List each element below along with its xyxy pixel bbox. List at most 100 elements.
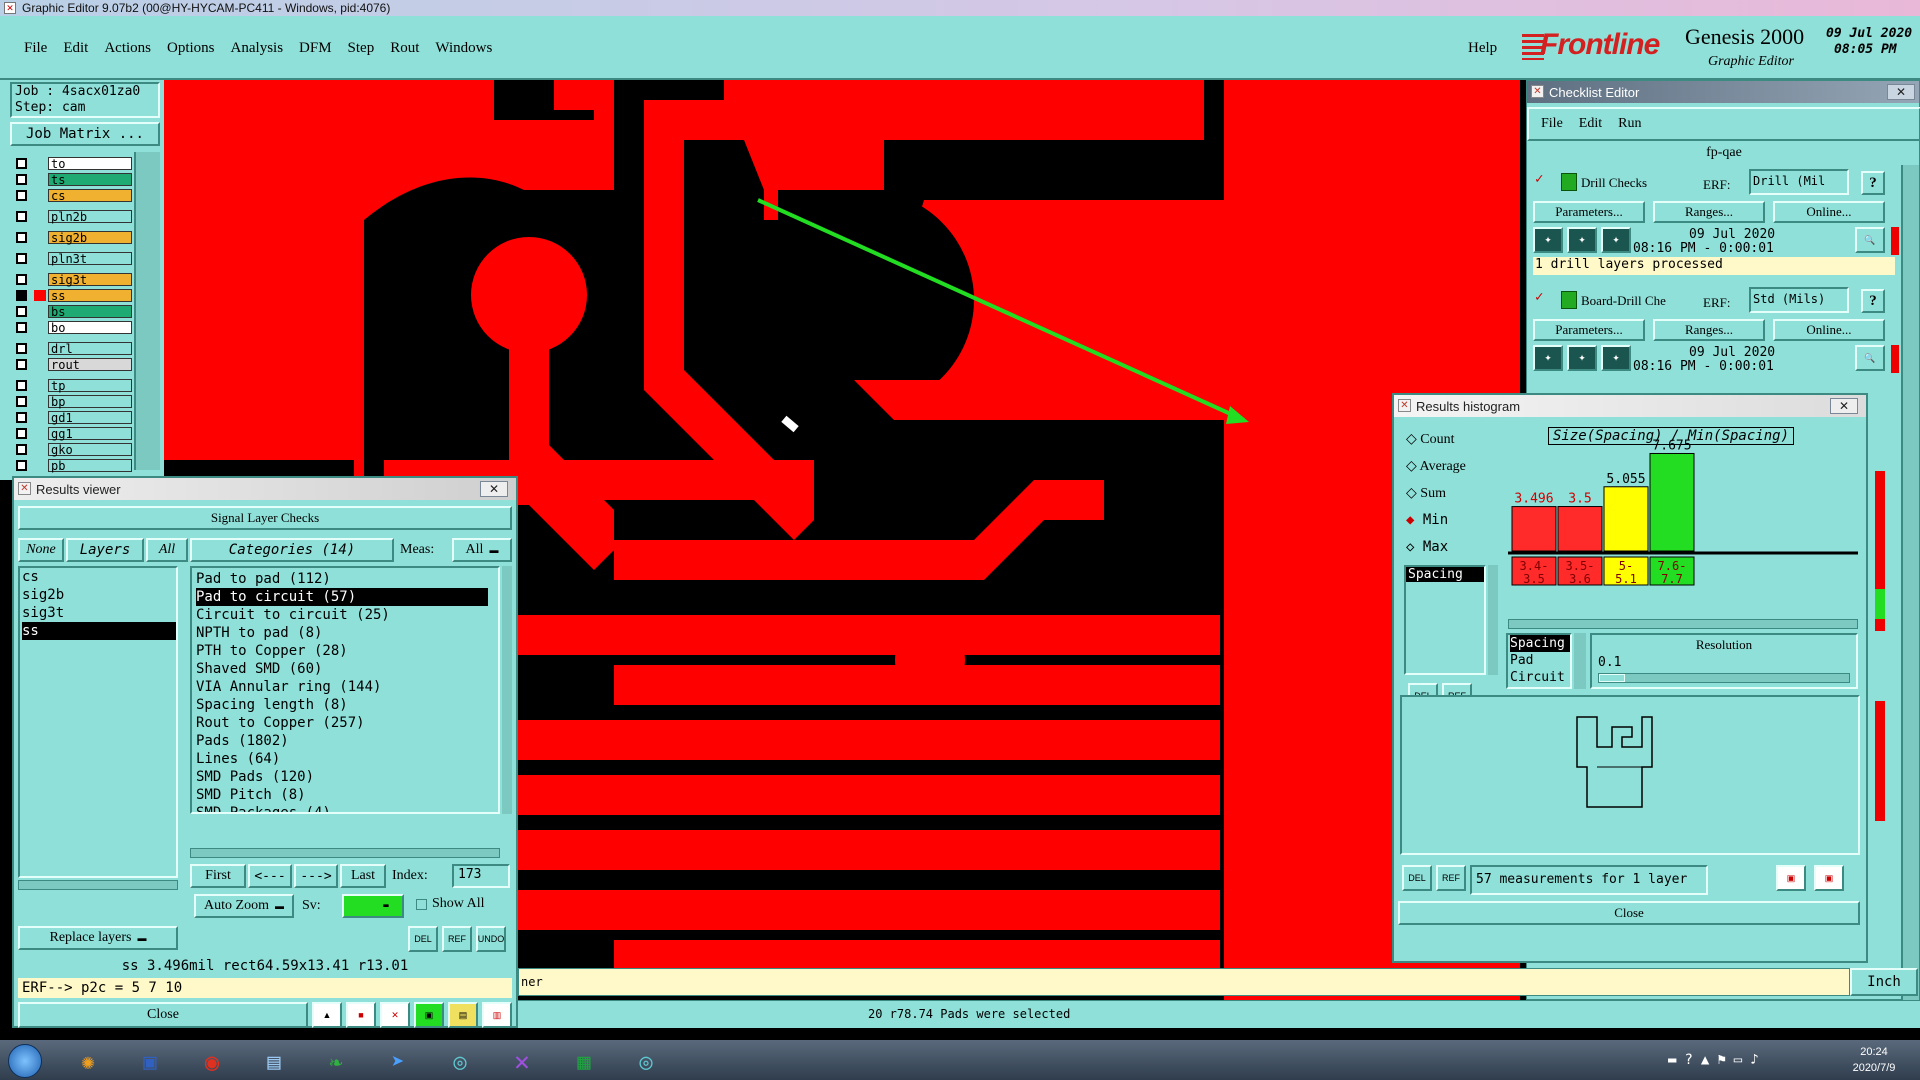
layers-button[interactable]: Layers — [66, 538, 144, 562]
menu-options[interactable]: Options — [167, 40, 215, 57]
layer-item[interactable]: bs — [48, 305, 132, 318]
mode-max[interactable]: ◇ Max — [1406, 539, 1448, 555]
zoom-results-icon[interactable]: 🔍 — [1855, 227, 1885, 253]
zoom-results-icon[interactable]: 🔍 — [1855, 345, 1885, 371]
sv-color-select[interactable]: ▬ — [342, 894, 404, 918]
measure-list[interactable]: Spacing Pad Circuit — [1506, 633, 1572, 689]
prev-button[interactable]: <--- — [248, 864, 292, 888]
result-layer-item[interactable]: sig3t — [22, 604, 176, 622]
menu-step[interactable]: Step — [348, 40, 375, 57]
layer-checkbox[interactable] — [16, 174, 27, 185]
layer-checkbox[interactable] — [16, 322, 27, 333]
category-list-hscroll[interactable] — [190, 848, 500, 858]
menu-edit[interactable]: Edit — [63, 40, 88, 57]
layer-item[interactable]: gg1 — [48, 427, 132, 440]
toolbar-icon-4[interactable]: ▣ — [414, 1002, 444, 1028]
resolution-slider[interactable] — [1598, 673, 1850, 683]
layer-item[interactable]: cs — [48, 189, 132, 202]
menu-file[interactable]: File — [24, 40, 47, 57]
taskbar-genesis-icon[interactable]: ◎ — [620, 1044, 672, 1080]
results-viewer-close-icon[interactable]: ✕ — [480, 481, 508, 497]
result-layer-item-selected[interactable]: ss — [22, 622, 176, 640]
category-item[interactable]: PTH to Copper (28) — [196, 642, 498, 660]
run-action-icon[interactable]: ✦ — [1533, 227, 1563, 253]
layer-checkbox[interactable] — [16, 343, 27, 354]
taskbar-excel-icon[interactable]: ▦ — [558, 1044, 610, 1080]
action-checkmark-icon[interactable]: ✓ — [1535, 289, 1543, 305]
taskbar-bird-icon[interactable]: ➤ — [372, 1044, 424, 1080]
measure-item[interactable]: Pad — [1510, 652, 1570, 669]
taskbar-notepad-icon[interactable]: ▤ — [248, 1044, 300, 1080]
action-erf-field[interactable]: Std (Mils) — [1749, 287, 1849, 313]
show-all-checkbox[interactable] — [416, 899, 427, 910]
toolbar-icon-3[interactable]: ✕ — [380, 1002, 410, 1028]
layer-item-active[interactable]: ss — [48, 289, 132, 302]
layer-checkbox-active[interactable] — [16, 290, 27, 301]
menu-rout[interactable]: Rout — [390, 40, 419, 57]
add-layer-icon[interactable]: ▣ — [1814, 865, 1844, 891]
layer-checkbox[interactable] — [16, 359, 27, 370]
refresh-icon[interactable]: REF — [442, 926, 472, 952]
run-action-icon[interactable]: ✦ — [1567, 227, 1597, 253]
ranges-button[interactable]: Ranges... — [1653, 201, 1765, 223]
ranges-button[interactable]: Ranges... — [1653, 319, 1765, 341]
mode-count[interactable]: ◇ Count — [1406, 431, 1455, 448]
category-list-vscroll[interactable] — [502, 566, 512, 814]
result-layer-item[interactable]: sig2b — [22, 586, 176, 604]
result-layer-list[interactable]: cs sig2b sig3t ss — [18, 566, 178, 878]
none-button[interactable]: None — [18, 538, 64, 562]
layer-checkbox[interactable] — [16, 428, 27, 439]
layer-item[interactable]: bp — [48, 395, 132, 408]
start-button-icon[interactable] — [8, 1044, 42, 1078]
results-close-button[interactable]: Close — [18, 1002, 308, 1028]
run-action-icon[interactable]: ✦ — [1601, 345, 1631, 371]
layer-checkbox[interactable] — [16, 158, 27, 169]
layer-item[interactable]: tp — [48, 379, 132, 392]
layer-item[interactable]: pln2b — [48, 210, 132, 223]
category-scrollbar[interactable] — [1488, 565, 1498, 675]
tray-up-icon[interactable]: ▲ — [1701, 1052, 1709, 1068]
chart-scrollbar[interactable] — [1508, 619, 1858, 629]
slider-thumb[interactable] — [1599, 674, 1625, 682]
layer-item[interactable]: rout — [48, 358, 132, 371]
first-button[interactable]: First — [190, 864, 246, 888]
category-item[interactable]: SMD Pads (120) — [196, 768, 498, 786]
run-action-icon[interactable]: ✦ — [1567, 345, 1597, 371]
run-action-icon[interactable]: ✦ — [1533, 345, 1563, 371]
toolbar-icon-2[interactable]: ■ — [346, 1002, 376, 1028]
tray-volume-icon[interactable]: ♪ — [1750, 1052, 1758, 1068]
action-erf-field[interactable]: Drill (Mil — [1749, 169, 1849, 195]
histogram-bar[interactable] — [1511, 506, 1557, 552]
categories-button[interactable]: Categories (14) — [190, 538, 394, 562]
category-item[interactable]: SMD Packages (4) — [196, 804, 498, 812]
zoom-select[interactable]: Auto Zoom ▬ — [194, 894, 294, 918]
taskbar-save-icon[interactable]: ▣ — [124, 1044, 176, 1080]
refresh-icon[interactable]: REF — [1436, 865, 1466, 891]
layer-checkbox[interactable] — [16, 396, 27, 407]
online-button[interactable]: Online... — [1773, 201, 1885, 223]
layer-item[interactable]: pb — [48, 459, 132, 472]
layer-item[interactable]: to — [48, 157, 132, 170]
toolbar-icon-5[interactable]: ▤ — [448, 1002, 478, 1028]
next-button[interactable]: ---> — [294, 864, 338, 888]
layer-item[interactable]: drl — [48, 342, 132, 355]
layer-item[interactable]: sig3t — [48, 273, 132, 286]
category-list[interactable]: Pad to pad (112) Pad to circuit (57) Cir… — [190, 566, 500, 814]
toolbar-icon-1[interactable]: ▲ — [312, 1002, 342, 1028]
checklist-menu-run[interactable]: Run — [1618, 116, 1641, 132]
menu-windows[interactable]: Windows — [435, 40, 492, 57]
action-help-button[interactable]: ? — [1861, 171, 1885, 195]
layer-list-hscroll[interactable] — [18, 880, 178, 890]
checklist-menu-edit[interactable]: Edit — [1579, 116, 1602, 132]
histogram-bar[interactable] — [1603, 486, 1649, 552]
menu-actions[interactable]: Actions — [104, 40, 151, 57]
category-item[interactable]: NPTH to pad (8) — [196, 624, 498, 642]
histogram-category-list[interactable]: Spacing — [1404, 565, 1486, 675]
histogram-close-button[interactable]: Close — [1398, 901, 1860, 925]
tray-monitor-icon[interactable]: ▭ — [1734, 1052, 1742, 1068]
job-matrix-button[interactable]: Job Matrix ... — [10, 122, 160, 146]
checklist-close-icon[interactable]: ✕ — [1887, 84, 1915, 100]
category-item[interactable]: SMD Pitch (8) — [196, 786, 498, 804]
layer-checkbox[interactable] — [16, 232, 27, 243]
layer-item[interactable]: gd1 — [48, 411, 132, 424]
